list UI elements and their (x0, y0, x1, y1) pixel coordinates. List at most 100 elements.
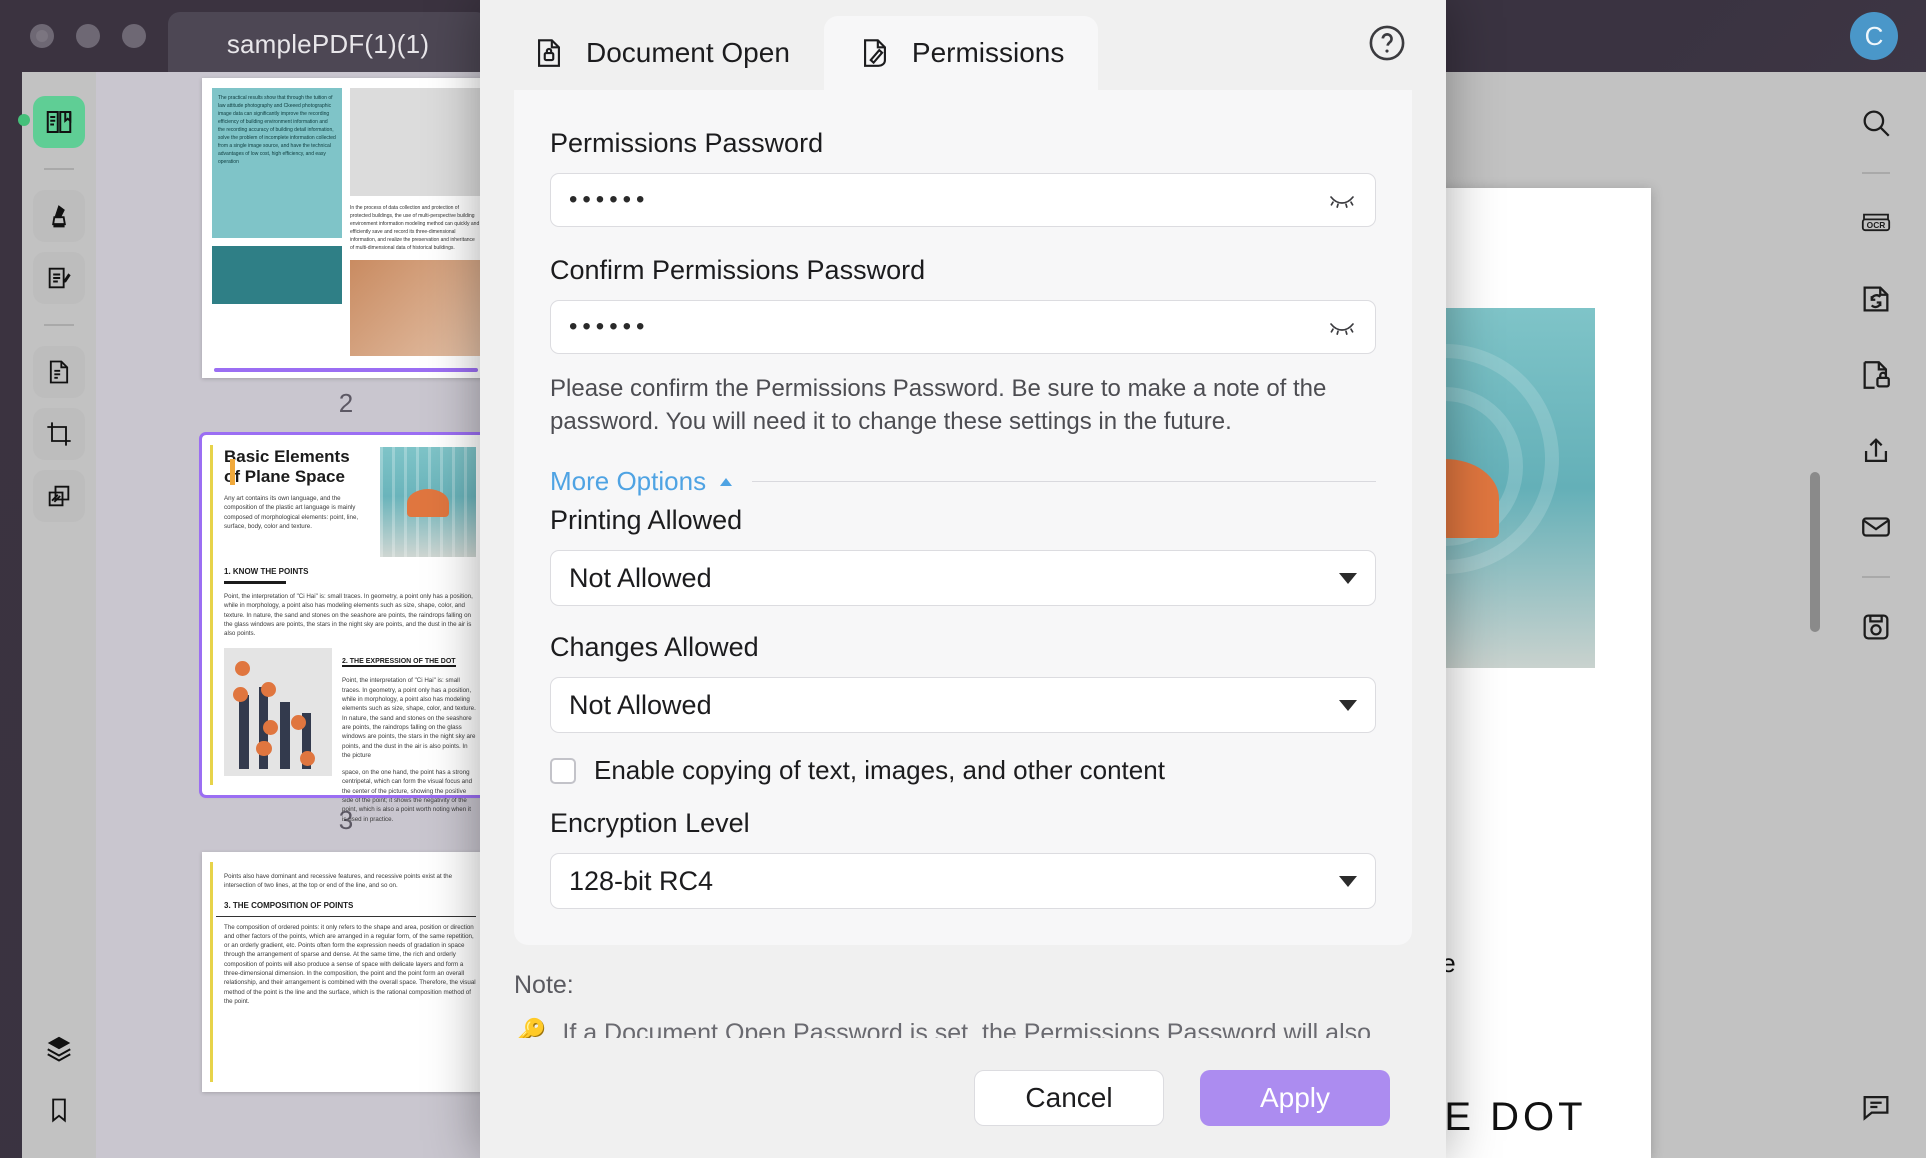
permissions-form: Permissions Password •••••• Confirm Perm… (514, 90, 1412, 946)
confirm-password-value: •••••• (569, 313, 650, 340)
document-tab-title: samplePDF(1)(1) (226, 28, 430, 59)
more-options-label: More Options (550, 466, 707, 497)
eye-closed-icon[interactable] (1327, 189, 1357, 211)
compare-pages-icon (45, 482, 73, 510)
bookmark-icon (45, 1096, 73, 1124)
cancel-button-label: Cancel (1025, 1082, 1113, 1113)
tab-document-open-label: Document Open (586, 37, 790, 68)
tab-document-open[interactable]: Document Open (498, 16, 824, 90)
help-button[interactable] (1366, 22, 1408, 64)
pdf-editor-app: samplePDF(1)(1) C The practical results … (0, 0, 1926, 1158)
changes-allowed-select[interactable]: Not Allowed (550, 677, 1376, 734)
sidebar-item-edit-tool[interactable] (33, 252, 85, 304)
dialog-footer: Cancel Apply (480, 1038, 1446, 1158)
note-title: Note: (514, 971, 574, 1000)
password-hint: Please confirm the Permissions Password.… (550, 375, 1327, 436)
document-tab[interactable]: samplePDF(1)(1) (168, 12, 488, 76)
sidebar-item-reader-view[interactable] (33, 96, 85, 148)
enable-copying-checkbox[interactable] (550, 757, 576, 784)
right-divider-2 (1862, 576, 1890, 578)
left-toolbar (18, 72, 96, 1158)
minimize-button[interactable] (76, 24, 100, 48)
vertical-scrollbar[interactable] (1810, 472, 1820, 632)
sidebar-item-crop-tool[interactable] (33, 408, 85, 460)
toolbar-item-share[interactable] (1849, 424, 1903, 478)
sidebar-item-organize-pages[interactable] (33, 346, 85, 398)
close-button[interactable] (30, 24, 54, 48)
ocr-icon: OCR (1858, 205, 1894, 241)
toolbar-item-save[interactable] (1849, 600, 1903, 654)
floppy-save-icon (1859, 610, 1893, 644)
chevron-down-icon (1339, 572, 1357, 584)
sidebar-item-bookmarks[interactable] (33, 1084, 85, 1136)
svg-text:OCR: OCR (1867, 220, 1886, 230)
encryption-level-label: Encryption Level (550, 808, 750, 839)
document-lock-icon (532, 36, 566, 70)
maximize-button[interactable] (122, 24, 146, 48)
encryption-level-select[interactable]: 128-bit RC4 (550, 853, 1376, 910)
permissions-password-label: Permissions Password (550, 128, 824, 158)
book-bookmark-icon (44, 107, 74, 137)
enable-copying-row[interactable]: Enable copying of text, images, and othe… (550, 755, 1376, 786)
crop-icon (45, 420, 73, 448)
thumb-title: Basic Elements of Plane Space (224, 447, 350, 486)
convert-icon (1859, 282, 1893, 316)
encryption-level-value: 128-bit RC4 (569, 865, 714, 896)
printing-allowed-label: Printing Allowed (550, 505, 743, 536)
avatar[interactable]: C (1850, 12, 1898, 60)
toolbar-item-comment[interactable] (1849, 1080, 1903, 1134)
right-toolbar: OCR (1826, 72, 1926, 1158)
permissions-password-input[interactable]: •••••• (550, 173, 1376, 227)
tab-permissions[interactable]: Permissions (823, 16, 1099, 90)
more-options-row: More Options (550, 466, 1376, 497)
rail-divider-1 (44, 168, 74, 170)
eye-closed-icon[interactable] (1327, 316, 1357, 338)
confirm-password-label: Confirm Permissions Password (550, 255, 926, 285)
thumbnail-page-number: 2 (338, 388, 354, 418)
toolbar-item-ocr[interactable]: OCR (1849, 196, 1903, 250)
changes-allowed-label: Changes Allowed (550, 632, 759, 663)
share-icon (1859, 434, 1893, 468)
cancel-button[interactable]: Cancel (974, 1070, 1164, 1126)
thumb-body1: Point, the interpretation of "Ci Hai" is… (224, 593, 473, 638)
apply-button[interactable]: Apply (1200, 1070, 1390, 1126)
toolbar-item-search[interactable] (1849, 96, 1903, 150)
enable-copying-label: Enable copying of text, images, and othe… (594, 755, 1165, 786)
toolbar-item-protect[interactable] (1849, 348, 1903, 402)
sidebar-item-highlight-tool[interactable] (33, 190, 85, 242)
security-settings-dialog: Document Open Permissions Permissions Pa… (480, 0, 1446, 1158)
toolbar-item-email[interactable] (1849, 500, 1903, 554)
right-divider-1 (1862, 172, 1890, 174)
document-pencil-icon (858, 36, 892, 70)
thumbnail-page-2[interactable]: The practical results show that through … (202, 78, 490, 378)
printing-allowed-select[interactable]: Not Allowed (550, 550, 1376, 607)
edit-document-icon (45, 264, 73, 292)
changes-allowed-value: Not Allowed (569, 689, 712, 720)
apply-button-label: Apply (1259, 1082, 1331, 1113)
chevron-up-icon (718, 476, 734, 488)
thumb-body3: space, on the one hand, the point has a … (342, 769, 473, 823)
thumbnail-page-3[interactable]: Basic Elements of Plane Space Any art co… (199, 432, 493, 823)
thumbnail-page-4[interactable]: Points also have dominant and recessive … (202, 852, 490, 1092)
toolbar-item-convert[interactable] (1849, 272, 1903, 326)
sidebar-item-layers[interactable] (33, 1022, 85, 1074)
printing-allowed-value: Not Allowed (569, 562, 712, 593)
more-options-toggle[interactable]: More Options (550, 466, 734, 497)
layers-icon (44, 1033, 74, 1063)
thumb-section1: 1. KNOW THE POINTS (224, 567, 309, 576)
dialog-tabs: Document Open Permissions (480, 0, 1446, 90)
sidebar-item-compare-tool[interactable] (33, 470, 85, 522)
rail-divider-2 (44, 324, 74, 326)
permissions-password-value: •••••• (569, 186, 650, 213)
highlighter-icon (45, 202, 73, 230)
page-organize-icon (45, 358, 73, 386)
window-controls[interactable] (30, 24, 146, 48)
chevron-down-icon (1339, 699, 1357, 711)
thumb-section2: 2. THE EXPRESSION OF THE DOT (342, 658, 456, 668)
chevron-down-icon (1339, 875, 1357, 887)
status-dot (18, 114, 30, 126)
avatar-initial: C (1864, 20, 1884, 51)
document-lock-icon (1859, 358, 1893, 392)
tab-permissions-label: Permissions (911, 37, 1065, 68)
confirm-password-input[interactable]: •••••• (550, 300, 1376, 354)
